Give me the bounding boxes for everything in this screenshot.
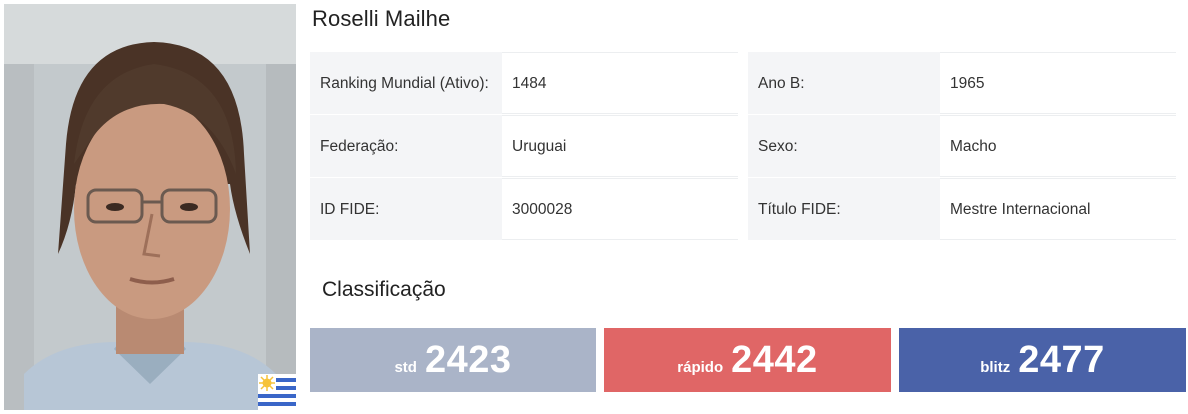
rating-blitz-box: blitz 2477 bbox=[899, 328, 1186, 392]
player-name: Roselli Mailhe bbox=[312, 6, 451, 31]
info-value-federation: Uruguai bbox=[502, 115, 738, 177]
rating-rapid-label: rápido bbox=[677, 358, 724, 376]
uruguay-flag-icon bbox=[258, 374, 296, 410]
player-photo-image bbox=[4, 4, 296, 410]
rating-rapid-box: rápido 2442 bbox=[604, 328, 891, 392]
info-value-birth-year: 1965 bbox=[940, 52, 1176, 114]
rating-std-label: std bbox=[394, 358, 417, 376]
rating-std-box: std 2423 bbox=[310, 328, 596, 392]
info-row: Ranking Mundial (Ativo): 1484 Ano B: 196… bbox=[310, 52, 1176, 114]
info-value-fide-title: Mestre Internacional bbox=[940, 178, 1176, 240]
info-label-federation: Federação: bbox=[310, 115, 502, 177]
info-value-sex: Macho bbox=[940, 115, 1176, 177]
info-row: Federação: Uruguai Sexo: Macho bbox=[310, 115, 1176, 177]
player-info-table: Ranking Mundial (Ativo): 1484 Ano B: 196… bbox=[310, 52, 1176, 240]
rating-std-value: 2423 bbox=[424, 338, 512, 381]
info-label-sex: Sexo: bbox=[748, 115, 940, 177]
rating-blitz-value: 2477 bbox=[1018, 338, 1105, 381]
info-label-fide-id: ID FIDE: bbox=[310, 178, 502, 240]
info-label-birth-year: Ano B: bbox=[748, 52, 940, 114]
classification-title: Classificação bbox=[322, 278, 446, 301]
info-label-fide-title: Título FIDE: bbox=[748, 178, 940, 240]
rating-blitz-label: blitz bbox=[980, 358, 1011, 376]
player-photo bbox=[4, 4, 296, 410]
info-value-world-rank: 1484 bbox=[502, 52, 738, 114]
rating-rapid-value: 2442 bbox=[731, 338, 818, 381]
info-row: ID FIDE: 3000028 Título FIDE: Mestre Int… bbox=[310, 178, 1176, 240]
info-label-world-rank: Ranking Mundial (Ativo): bbox=[310, 52, 502, 114]
info-value-fide-id: 3000028 bbox=[502, 178, 738, 240]
